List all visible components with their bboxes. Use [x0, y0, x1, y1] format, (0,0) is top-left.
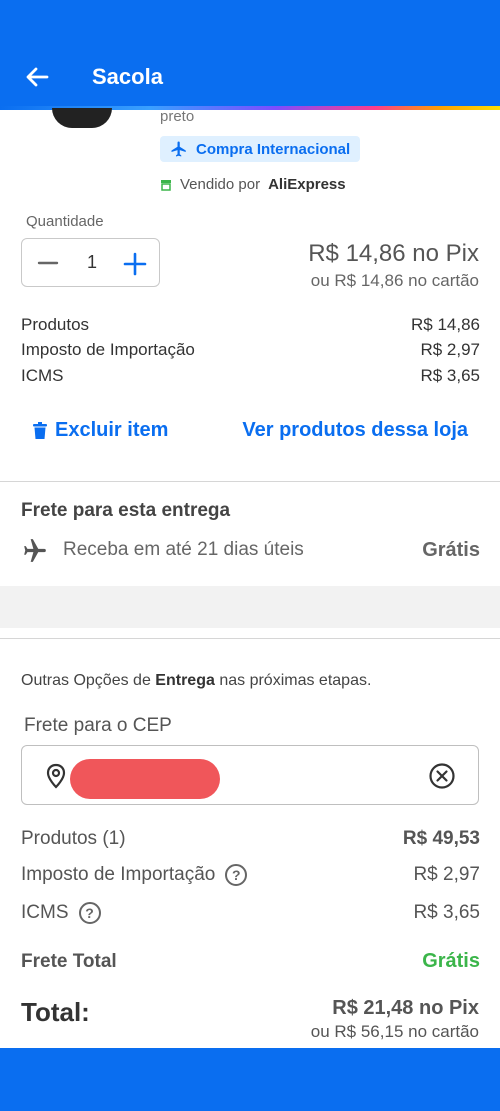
order-row-icms: ICMS ? R$ 3,65	[21, 902, 480, 924]
summary-label: Imposto de Importação	[21, 340, 195, 359]
product-variant: preto	[160, 108, 195, 125]
see-store-products-link[interactable]: Ver produtos dessa loja	[242, 419, 468, 442]
checkout-bar[interactable]	[0, 1048, 500, 1111]
delete-item-label: Excluir item	[55, 419, 169, 441]
section-spacer	[0, 586, 500, 628]
order-label: Frete Total	[21, 950, 117, 972]
shipping-title: Frete para esta entrega	[21, 500, 231, 521]
minus-icon[interactable]	[36, 251, 60, 275]
order-value: R$ 49,53	[402, 828, 480, 849]
order-label: ICMS	[21, 902, 69, 923]
clear-icon[interactable]	[428, 762, 456, 790]
summary-value: R$ 2,97	[420, 340, 480, 359]
order-label: Produtos (1)	[21, 828, 126, 849]
item-actions: Excluir item Ver produtos dessa loja	[21, 419, 480, 447]
total-label: Total:	[21, 997, 90, 1027]
quantity-label: Quantidade	[26, 213, 104, 230]
shipping-price: Grátis	[422, 539, 480, 561]
order-row-freight: Frete Total Grátis	[21, 950, 480, 973]
summary-label: ICMS	[21, 366, 64, 385]
location-pin-icon	[46, 763, 66, 789]
airplane-icon	[24, 539, 46, 562]
other-delivery-options-note: Outras Opções de Entrega nas próximas et…	[21, 672, 371, 690]
trash-icon	[33, 421, 47, 439]
note-suffix: nas próximas etapas.	[219, 672, 372, 689]
quantity-stepper: 1	[21, 238, 160, 287]
seller-info: Vendido por AliExpress	[160, 176, 346, 193]
international-badge-label: Compra Internacional	[196, 140, 351, 158]
cep-label: Frete para o CEP	[24, 715, 172, 736]
order-value: R$ 3,65	[413, 902, 480, 923]
arrow-left-icon[interactable]	[22, 62, 52, 92]
item-price-card: ou R$ 14,86 no cartão	[310, 271, 479, 290]
seller-name: AliExpress	[268, 176, 346, 193]
total-price-pix: R$ 21,48 no Pix	[332, 997, 479, 1019]
product-thumbnail[interactable]	[52, 108, 112, 128]
shipping-option: Receba em até 21 dias úteis Grátis	[21, 536, 480, 566]
section-divider	[0, 481, 500, 482]
delivery-estimate: Receba em até 21 dias úteis	[63, 539, 304, 560]
order-row-products: Produtos (1) R$ 49,53	[21, 828, 480, 850]
summary-value: R$ 14,86	[411, 315, 480, 334]
note-prefix: Outras Opções de	[21, 672, 151, 689]
airplane-icon	[171, 141, 186, 157]
section-divider	[0, 638, 500, 639]
order-label: Imposto de Importação	[21, 864, 216, 885]
item-price-pix: R$ 14,86 no Pix	[308, 240, 479, 267]
international-badge: Compra Internacional	[160, 136, 361, 162]
order-value: Grátis	[422, 950, 480, 972]
delete-item-button[interactable]: Excluir item	[33, 419, 168, 442]
summary-row-import-tax: Imposto de Importação R$ 2,97	[21, 340, 480, 360]
order-value: R$ 2,97	[413, 864, 480, 885]
redacted-cep-value	[70, 759, 220, 799]
store-icon	[161, 179, 171, 191]
page-title: Sacola	[92, 64, 163, 89]
plus-icon[interactable]	[122, 251, 148, 277]
summary-value: R$ 3,65	[420, 366, 480, 385]
cep-field[interactable]	[21, 745, 479, 805]
order-row-import-tax: Imposto de Importação ? R$ 2,97	[21, 864, 480, 886]
summary-label: Produtos	[21, 315, 90, 334]
quantity-value[interactable]: 1	[80, 252, 104, 273]
help-icon[interactable]: ?	[225, 864, 248, 886]
note-bold: Entrega	[155, 672, 215, 689]
app-header: Sacola	[0, 0, 500, 110]
summary-row-icms: ICMS R$ 3,65	[21, 366, 480, 386]
seller-prefix: Vendido por	[180, 176, 261, 193]
summary-row-products: Produtos R$ 14,86	[21, 315, 480, 335]
help-icon[interactable]: ?	[78, 902, 101, 924]
total-price-card: ou R$ 56,15 no cartão	[310, 1022, 479, 1041]
